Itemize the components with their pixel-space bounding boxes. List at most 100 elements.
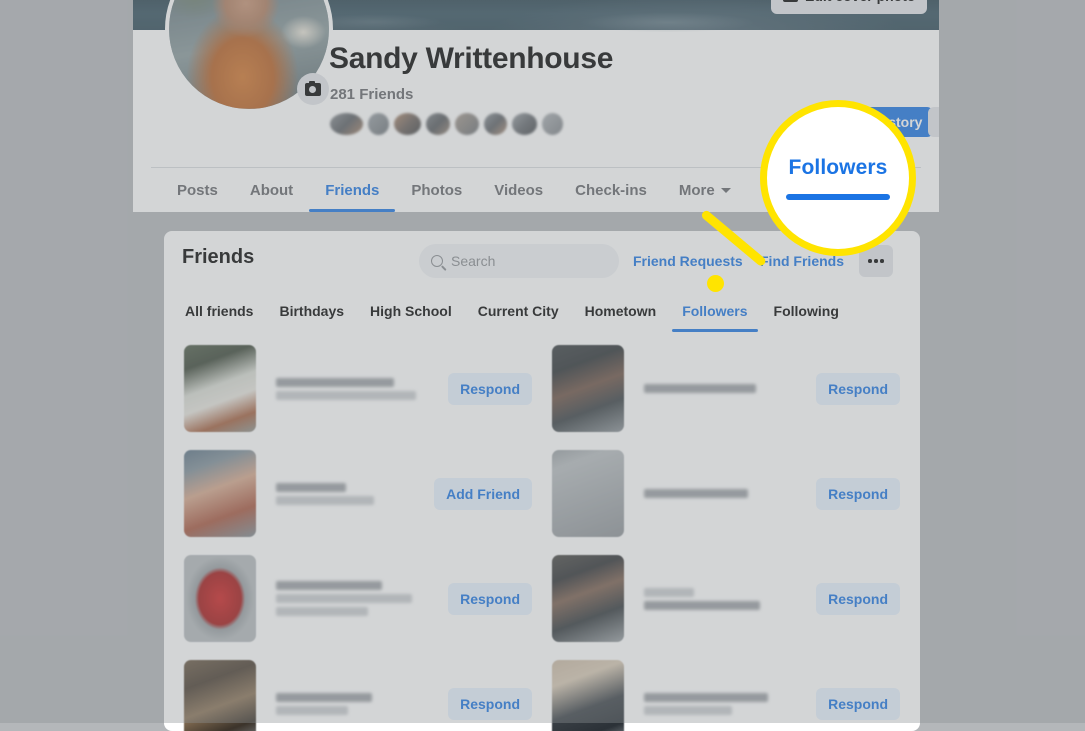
friends-subtab-label: All friends — [185, 303, 254, 319]
friends-card: Friends Search Friend Requests Find Frie… — [164, 231, 920, 731]
friend-name-redacted[interactable] — [624, 384, 816, 393]
friend-name-redacted[interactable] — [256, 377, 448, 400]
respond-button[interactable]: Respond — [816, 687, 900, 720]
friend-avatar[interactable] — [552, 555, 624, 642]
redacted-text-bar — [276, 482, 346, 492]
friend-name-redacted[interactable] — [256, 482, 434, 505]
friend-name-redacted[interactable] — [624, 587, 816, 610]
add-to-story-button[interactable]: Add to story — [809, 107, 934, 137]
redacted-text-bar — [276, 607, 368, 616]
profile-tab-label: Friends — [325, 181, 380, 199]
profile-tab-more[interactable]: More — [663, 168, 747, 212]
dot-icon — [874, 259, 878, 263]
profile-tab-check-ins[interactable]: Check-ins — [559, 168, 663, 212]
friend-avatar[interactable] — [184, 660, 256, 731]
friends-subtab-following[interactable]: Following — [761, 290, 852, 332]
mutual-friend-thumbnail[interactable] — [425, 112, 451, 135]
friends-subtab-label: Followers — [682, 303, 748, 319]
more-options-button[interactable] — [859, 245, 893, 277]
add-to-story-label: Add to story — [840, 114, 923, 130]
add-friend-button[interactable]: Add Friend — [434, 477, 532, 510]
friends-list: Respond Respond Add Friend Respond Respond Re… — [174, 336, 910, 731]
friends-subtab-followers[interactable]: Followers — [669, 290, 760, 332]
profile-tab-friends[interactable]: Friends — [309, 168, 396, 212]
plus-circle-icon — [820, 115, 834, 129]
dot-icon — [868, 259, 872, 263]
profile-nav-tabs: Posts About Friends Photos Videos Check-ins Mo… — [161, 168, 747, 212]
friend-list-item[interactable]: Add Friend — [174, 441, 542, 546]
search-input[interactable]: Search — [419, 244, 619, 278]
redacted-text-bar — [276, 377, 394, 387]
mutual-friend-thumbnail[interactable] — [484, 112, 507, 135]
friend-avatar[interactable] — [184, 345, 256, 432]
friend-list-item[interactable]: Respond — [542, 336, 910, 441]
friends-subtab-label: High School — [370, 303, 452, 319]
friend-name-redacted[interactable] — [624, 489, 816, 498]
friend-name-redacted[interactable] — [624, 692, 816, 715]
profile-tab-about[interactable]: About — [234, 168, 309, 212]
mutual-friends-thumbnails[interactable] — [330, 110, 563, 137]
respond-button[interactable]: Respond — [816, 372, 900, 405]
friends-subtab-label: Birthdays — [279, 303, 345, 319]
friends-subtab-current-city[interactable]: Current City — [465, 290, 572, 332]
find-friends-label: Find Friends — [760, 253, 844, 269]
friend-list-item[interactable]: Respond — [174, 336, 542, 441]
edit-profile-button[interactable]: Edit profile — [928, 107, 939, 137]
avatar[interactable] — [165, 0, 333, 113]
friend-list-item[interactable]: Respond — [174, 651, 542, 731]
respond-button[interactable]: Respond — [448, 582, 532, 615]
profile-tab-label: Videos — [494, 181, 544, 199]
redacted-text-bar — [276, 692, 372, 702]
redacted-text-bar — [276, 390, 416, 400]
profile-tab-photos[interactable]: Photos — [395, 168, 478, 212]
friend-list-item[interactable]: Respond — [542, 546, 910, 651]
friend-requests-button[interactable]: Friend Requests — [625, 245, 751, 277]
mutual-friend-thumbnail[interactable] — [394, 112, 421, 135]
respond-button[interactable]: Respond — [448, 372, 532, 405]
edit-profile-photo-button[interactable] — [297, 73, 329, 105]
profile-tab-label: About — [249, 181, 294, 199]
page-title: Sandy Writtenhouse — [329, 42, 614, 75]
friends-subtab-all-friends[interactable]: All friends — [172, 290, 266, 332]
search-icon — [431, 255, 443, 267]
friend-avatar[interactable] — [184, 555, 256, 642]
mutual-friend-thumbnail[interactable] — [330, 112, 363, 135]
camera-icon — [783, 0, 798, 2]
redacted-text-bar — [644, 384, 756, 393]
profile-header: Edit cover photo Sandy Writtenhouse 281 … — [133, 0, 939, 212]
respond-button[interactable]: Respond — [816, 582, 900, 615]
redacted-text-bar — [644, 489, 748, 498]
respond-button[interactable]: Respond — [448, 687, 532, 720]
redacted-text-bar — [276, 495, 374, 505]
friends-subtab-hometown[interactable]: Hometown — [572, 290, 670, 332]
respond-button[interactable]: Respond — [816, 477, 900, 510]
friend-avatar[interactable] — [552, 450, 624, 537]
friends-subtabs: All friends Birthdays High School Current C… — [172, 290, 852, 332]
profile-tab-videos[interactable]: Videos — [478, 168, 559, 212]
edit-cover-photo-label: Edit cover photo — [805, 0, 915, 4]
friend-list-item[interactable]: Respond — [542, 441, 910, 546]
mutual-friend-thumbnail[interactable] — [511, 112, 538, 135]
search-placeholder: Search — [451, 253, 496, 269]
friend-avatar[interactable] — [184, 450, 256, 537]
friend-avatar[interactable] — [552, 345, 624, 432]
find-friends-button[interactable]: Find Friends — [752, 245, 852, 277]
friend-requests-label: Friend Requests — [633, 253, 743, 269]
friend-list-item[interactable]: Respond — [542, 651, 910, 731]
friend-name-redacted[interactable] — [256, 692, 448, 715]
friends-subtab-birthdays[interactable]: Birthdays — [266, 290, 357, 332]
friend-avatar[interactable] — [552, 660, 624, 731]
redacted-text-bar — [644, 587, 694, 597]
mutual-friend-thumbnail[interactable] — [367, 112, 390, 135]
friend-name-redacted[interactable] — [256, 581, 448, 616]
profile-tab-label: Check-ins — [575, 181, 647, 199]
friend-count-label[interactable]: 281 Friends — [330, 86, 413, 103]
mutual-friend-thumbnail[interactable] — [542, 112, 563, 135]
profile-tab-label: Photos — [411, 181, 463, 199]
chevron-down-icon — [720, 187, 731, 193]
profile-tab-posts[interactable]: Posts — [161, 168, 234, 212]
friends-subtab-high-school[interactable]: High School — [357, 290, 465, 332]
edit-cover-photo-button[interactable]: Edit cover photo — [771, 0, 928, 14]
friend-list-item[interactable]: Respond — [174, 546, 542, 651]
mutual-friend-thumbnail[interactable] — [455, 112, 480, 135]
